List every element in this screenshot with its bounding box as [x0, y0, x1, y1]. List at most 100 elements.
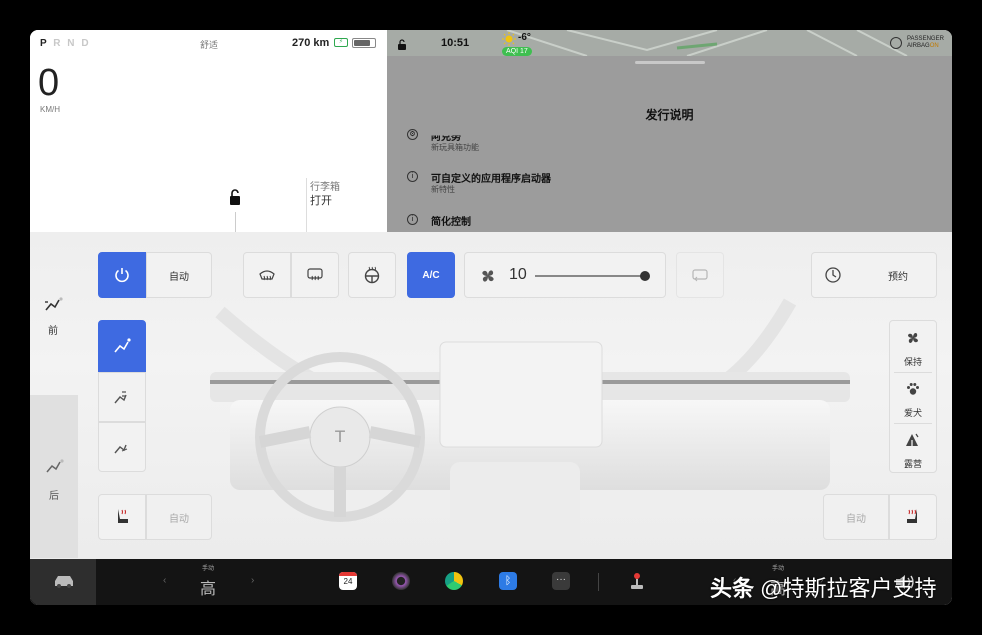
fan-speed-control[interactable]: 10 — [464, 252, 666, 298]
dog-mode-button[interactable]: 爱犬 — [890, 372, 936, 423]
camp-label: 露营 — [903, 459, 922, 469]
release-note-subtitle: 新特性 — [431, 185, 455, 194]
sun-icon — [502, 32, 516, 46]
more-apps-icon[interactable]: ··· — [552, 572, 570, 590]
fan-icon — [908, 333, 918, 343]
right-seat-heater-button[interactable] — [889, 494, 937, 540]
left-seat-heater-button[interactable] — [98, 494, 146, 540]
airbag-icon — [890, 37, 902, 49]
cabin-illustration: T — [210, 298, 850, 559]
keep-climate-on-button[interactable]: 保持 — [890, 321, 936, 372]
clock-icon — [825, 267, 841, 283]
fan-slider-knob[interactable] — [640, 271, 650, 281]
left-temp-mode: 手动 — [202, 566, 215, 572]
drive-panel: P R N D 舒适 270 km ⚡ 0 KM/H 行李箱 打开 — [30, 30, 387, 232]
recirculate-icon — [692, 269, 708, 282]
camp-mode-button[interactable]: 露营 — [890, 423, 936, 474]
trunk-divider — [306, 178, 307, 232]
info-icon: i — [407, 171, 418, 182]
seat-heater-icon — [118, 509, 128, 523]
clock: 10:51 — [441, 37, 470, 49]
climate-auto-button[interactable]: 自动 — [146, 252, 212, 298]
release-note-title: 简化控制 — [431, 217, 471, 228]
airbag-line1: PASSENGER — [907, 36, 944, 42]
steering-wheel-icon — [364, 266, 380, 284]
schedule-label: 预约 — [888, 271, 908, 283]
map-roads — [506, 30, 908, 56]
svg-text:T: T — [334, 427, 345, 446]
climate-modes-column: 保持 爱犬 露营 — [889, 320, 937, 473]
gear-r: R — [53, 38, 63, 49]
release-note-title: 可自定义的应用程序启动器 — [431, 174, 551, 185]
fan-icon — [482, 270, 494, 282]
tent-icon — [906, 433, 919, 446]
watermark-prefix: 头条 — [710, 576, 755, 601]
left-temp-down-chevron[interactable]: ‹ — [163, 575, 166, 586]
rear-defrost-button[interactable] — [291, 252, 339, 298]
airflow-feet-icon — [114, 444, 128, 454]
paw-icon — [907, 383, 919, 395]
gear-p: P — [40, 38, 49, 49]
bluetooth-icon[interactable]: ᛒ — [499, 572, 517, 590]
climate-power-button[interactable] — [98, 252, 146, 298]
calendar-header — [339, 572, 357, 576]
left-temp-up-chevron[interactable]: › — [251, 575, 254, 586]
climate-panel: T 自动 A/C 10 预约 前 后 保持 爱犬 露营 自动 自动 — [30, 232, 952, 559]
calendar-day: 24 — [343, 577, 353, 586]
release-note-title: 阿克努 — [431, 132, 461, 144]
toybox-icon: ⚙ — [407, 129, 418, 140]
seat-heater-icon — [907, 509, 917, 523]
camera-app-icon[interactable] — [392, 572, 410, 590]
left-temp-value[interactable]: 高 — [200, 575, 216, 599]
unlock-icon[interactable] — [227, 188, 243, 206]
calendar-app-icon[interactable]: 24 — [339, 572, 357, 590]
map-view[interactable] — [387, 30, 952, 56]
dog-label: 爱犬 — [903, 408, 922, 418]
media-app-icon[interactable] — [445, 572, 463, 590]
car-controls-button[interactable] — [30, 559, 96, 605]
range-readout[interactable]: 270 km — [292, 37, 329, 49]
keep-label: 保持 — [903, 357, 922, 367]
watermark: 头条 @特斯拉客户支持 — [710, 571, 936, 603]
airbag-line2: AIRBAG — [907, 43, 930, 49]
aqi-badge: AQI 17 — [502, 47, 532, 56]
fan-slider-track[interactable] — [535, 275, 645, 277]
airflow-face-button[interactable] — [98, 320, 146, 372]
battery-icon — [352, 38, 376, 48]
watermark-handle: @特斯拉客户支持 — [760, 576, 937, 601]
release-notes-title: 发行说明 — [645, 108, 694, 122]
car-icon — [55, 576, 73, 588]
right-seat-auto-button[interactable]: 自动 — [823, 494, 889, 540]
car-outline — [235, 212, 236, 232]
rear-zone-tab[interactable] — [30, 395, 78, 558]
front-airflow-icon[interactable] — [43, 296, 65, 314]
gear-indicator: P R N D — [40, 38, 91, 49]
airflow-face-feet-button[interactable] — [98, 372, 146, 422]
trunk-open-button[interactable]: 打开 — [310, 192, 332, 208]
gear-n: N — [67, 38, 77, 49]
steering-heat-button[interactable] — [348, 252, 396, 298]
rear-airflow-icon[interactable] — [44, 458, 66, 476]
rear-defrost-icon — [307, 268, 323, 281]
airflow-face-feet-icon — [114, 391, 127, 404]
power-icon — [115, 268, 129, 283]
rear-zone-label: 后 — [49, 491, 59, 502]
joystick-icon[interactable] — [628, 571, 646, 591]
taskbar: ‹ 手动 高 › 24 ᛒ ··· ‹ 手动 高 › ‹ 头条 @特斯拉客户支持 — [30, 559, 952, 605]
sheet-drag-handle[interactable] — [635, 61, 705, 64]
drive-mode[interactable]: 舒适 — [200, 38, 218, 51]
speed-readout: 0 — [38, 62, 60, 104]
gear-d: D — [81, 38, 91, 49]
recirculate-button[interactable] — [676, 252, 724, 298]
ac-button[interactable]: A/C — [407, 252, 455, 298]
front-defrost-button[interactable] — [243, 252, 291, 298]
taskbar-divider — [598, 573, 599, 591]
release-note-subtitle: 新玩具箱功能 — [431, 143, 479, 152]
left-seat-auto-button[interactable]: 自动 — [146, 494, 212, 540]
airflow-feet-button[interactable] — [98, 422, 146, 472]
trunk-label: 行李箱 — [310, 182, 340, 193]
map-panel: 10:51 -6° AQI 17 PASSENGER AIRBAGON 发行说明… — [387, 30, 952, 232]
info-icon: i — [407, 214, 418, 225]
schedule-button[interactable]: 预约 — [811, 252, 937, 298]
airbag-state: ON — [929, 43, 939, 49]
